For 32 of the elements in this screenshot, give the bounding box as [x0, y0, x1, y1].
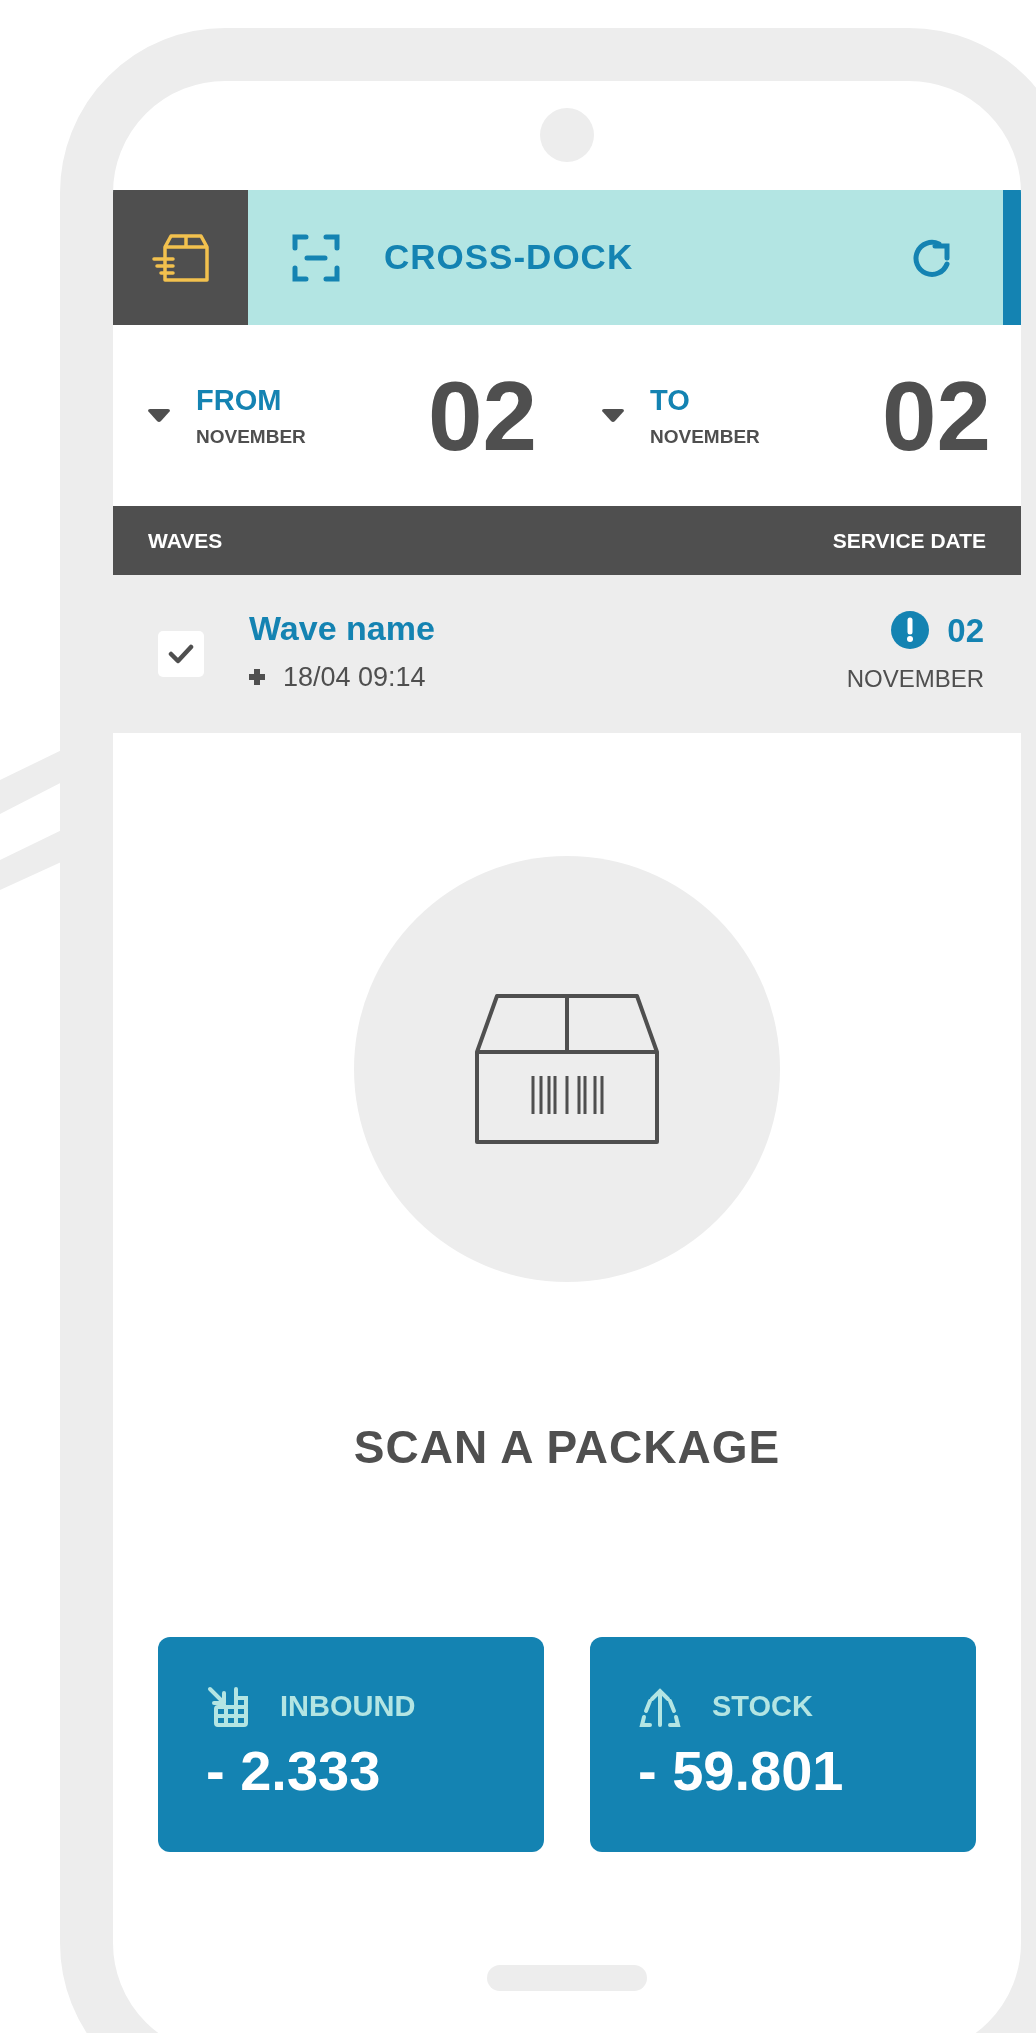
caret-icon	[148, 408, 170, 423]
barcode-box-icon	[475, 994, 659, 1144]
column-header: SERVICE DATE	[832, 527, 986, 554]
range-day: 02	[428, 366, 537, 465]
range-label: FROM	[196, 385, 282, 415]
service-month: NOVEMBER	[846, 664, 984, 694]
check-icon	[168, 644, 194, 664]
date-selector[interactable]: TO NOVEMBER 02	[567, 366, 1021, 465]
counter-card[interactable]: INBOUND - 2.333	[158, 1637, 544, 1852]
package-menu-button[interactable]	[113, 190, 248, 325]
counter-card[interactable]: STOCK - 59.801	[590, 1637, 976, 1852]
range-day: 02	[882, 366, 991, 465]
wave-time: 18/04 09:14	[283, 660, 426, 694]
scan-frame-icon	[292, 233, 340, 282]
counter-value: - 59.801	[638, 1743, 844, 1799]
screen-title: CROSS-DOCK	[384, 236, 634, 279]
range-month: NOVEMBER	[196, 426, 306, 446]
range-label: TO	[650, 385, 690, 415]
date-selector[interactable]: FROM NOVEMBER 02	[113, 366, 567, 465]
wave-row[interactable]: Wave name 18/04 09:14 02 NOVEMBER	[113, 575, 1021, 733]
counter-label: STOCK	[712, 1689, 813, 1725]
column-header: WAVES	[148, 527, 223, 554]
inbound-icon	[206, 1685, 250, 1729]
range-month: NOVEMBER	[650, 426, 760, 446]
counter-value: - 2.333	[206, 1743, 381, 1799]
scan-prompt: SCAN A PACKAGE	[353, 1420, 781, 1475]
service-day: 02	[947, 613, 984, 647]
caret-icon	[602, 408, 624, 423]
package-icon	[150, 232, 211, 283]
counter-label: INBOUND	[280, 1689, 416, 1725]
wave-name: Wave name	[249, 610, 435, 645]
row-checkbox[interactable]	[158, 631, 204, 677]
